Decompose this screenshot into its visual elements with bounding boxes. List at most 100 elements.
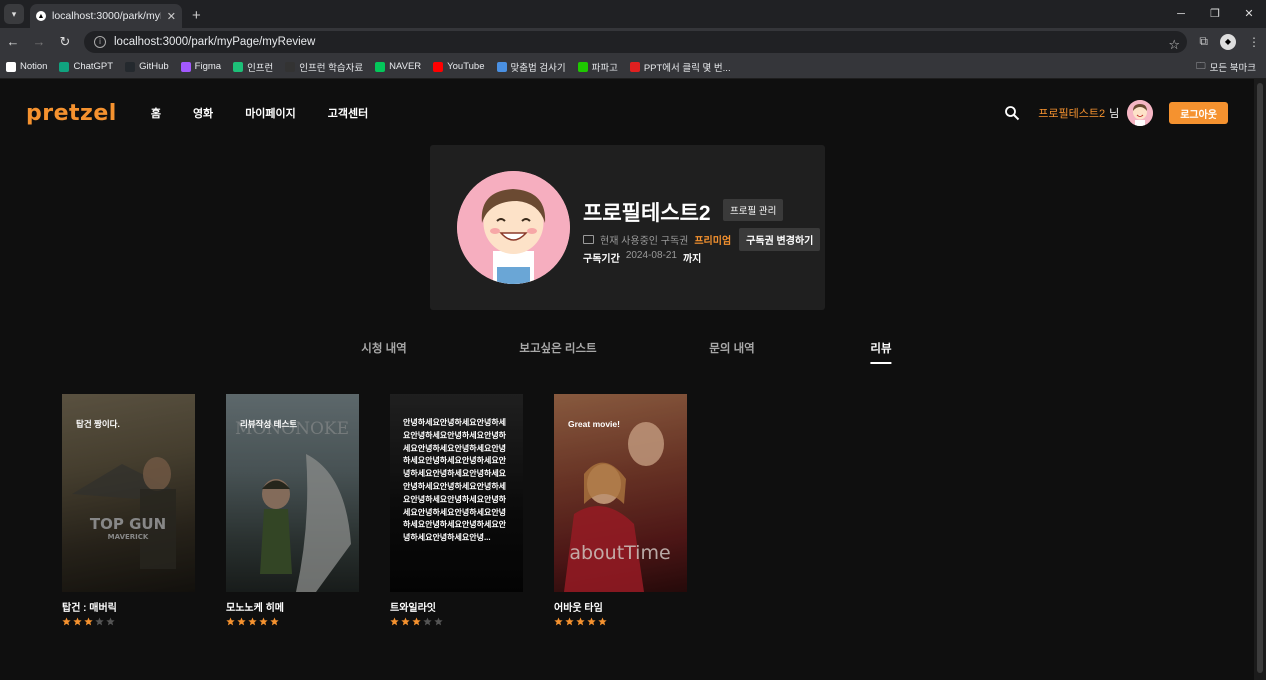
- page-scrollbar[interactable]: [1254, 79, 1266, 680]
- bookmark-item[interactable]: ChatGPT: [59, 61, 113, 72]
- subscription-period: 구독기간 2024-08-21 까지: [583, 250, 701, 265]
- bookmark-item[interactable]: 인프런: [233, 60, 273, 74]
- movie-poster[interactable]: TOP GUN MAVERICK 탑건 짱이다.: [62, 394, 195, 592]
- back-button[interactable]: ←: [6, 34, 20, 49]
- star-filled-icon: [598, 617, 607, 626]
- browser-tab[interactable]: ▲ localhost:3000/park/myPage/m ✕: [30, 4, 182, 28]
- rating-stars: [62, 617, 195, 626]
- maximize-button[interactable]: ❐: [1198, 0, 1232, 28]
- mypage-tabs: 시청 내역 보고싶은 리스트 문의 내역 리뷰: [0, 340, 1254, 370]
- star-filled-icon: [576, 617, 585, 626]
- movie-title: 어바웃 타임: [554, 603, 603, 614]
- bookmark-favicon-icon: [433, 61, 444, 72]
- star-filled-icon: [248, 617, 257, 626]
- bookmark-label: 맞춤법 검사기: [510, 62, 566, 74]
- rating-stars: [554, 617, 687, 626]
- browser-profile-icon[interactable]: ◆: [1220, 33, 1236, 50]
- logout-button[interactable]: 로그아웃: [1169, 102, 1228, 124]
- header-user-suffix: 님: [1109, 108, 1120, 120]
- bookmark-item[interactable]: 파파고: [577, 60, 618, 74]
- browser-menu-icon[interactable]: ⋮: [1248, 35, 1260, 49]
- bookmark-item[interactable]: Figma: [180, 61, 222, 72]
- subscription-info: 현재 사용중인 구독권 프리미엄 구독권 변경하기: [583, 228, 821, 251]
- change-plan-button[interactable]: 구독권 변경하기: [739, 228, 821, 251]
- review-card[interactable]: MONONOKE 리뷰작성 테스트 모노노케 히메: [226, 394, 359, 626]
- movie-poster[interactable]: aboutTime Great movie!: [554, 394, 687, 592]
- profile-card: 프로필테스트2 프로필 관리 현재 사용중인 구독권 프리미엄 구독권 변경하기…: [430, 145, 825, 310]
- period-date: 2024-08-21: [625, 250, 677, 261]
- close-window-button[interactable]: ✕: [1232, 0, 1266, 28]
- nav-mypage[interactable]: 마이페이지: [245, 105, 296, 121]
- movie-poster[interactable]: 안녕하세요안녕하세요안녕하세요안녕하세요안녕하세요안녕하세요안녕하세요안녕하세요…: [390, 394, 523, 592]
- star-filled-icon: [270, 617, 279, 626]
- tab-watch-history[interactable]: 시청 내역: [361, 340, 407, 356]
- bookmark-star-icon[interactable]: ☆: [1168, 37, 1180, 52]
- bookmark-favicon-icon: [375, 61, 386, 72]
- bookmarks-bar: Notion ChatGPT GitHub Figma 인프런 인프런 학습자료 NAVER…: [0, 55, 1266, 79]
- address-bar[interactable]: i localhost:3000/park/myPage/myReview ☆: [84, 30, 1188, 53]
- review-card[interactable]: 안녕하세요안녕하세요안녕하세요안녕하세요안녕하세요안녕하세요안녕하세요안녕하세요…: [390, 394, 523, 626]
- avatar[interactable]: [1127, 100, 1154, 126]
- current-plan-label: 현재 사용중인 구독권: [600, 236, 689, 247]
- extensions-icon[interactable]: ⧉: [1199, 34, 1208, 49]
- main-nav: 홈 영화 마이페이지 고객센터: [151, 105, 368, 121]
- nav-support[interactable]: 고객센터: [328, 105, 368, 121]
- bookmark-favicon-icon: [180, 61, 191, 72]
- nav-movies[interactable]: 영화: [193, 105, 213, 121]
- period-until: 까지: [682, 254, 702, 265]
- star-filled-icon: [73, 617, 82, 626]
- bookmark-favicon-icon: [59, 61, 70, 72]
- reload-button[interactable]: ↻: [58, 34, 72, 50]
- minimize-button[interactable]: ─: [1164, 0, 1198, 28]
- all-bookmarks-button[interactable]: 🗀 모든 북마크: [1196, 59, 1256, 75]
- bookmark-label: Notion: [20, 61, 48, 72]
- bookmark-favicon-icon: [6, 61, 16, 72]
- profile-manage-button[interactable]: 프로필 관리: [723, 199, 784, 221]
- review-card[interactable]: TOP GUN MAVERICK 탑건 짱이다. 탑건 : 매버릭: [62, 394, 195, 626]
- bookmark-label: Figma: [194, 61, 222, 72]
- star-filled-icon: [401, 617, 410, 626]
- site-logo[interactable]: pretzel: [26, 101, 117, 126]
- tab-search-button[interactable]: ▾: [4, 4, 24, 24]
- star-filled-icon: [226, 617, 235, 626]
- tab-reviews[interactable]: 리뷰: [870, 340, 892, 364]
- review-text: 안녕하세요안녕하세요안녕하세요안녕하세요안녕하세요안녕하세요안녕하세요안녕하세요…: [403, 418, 507, 543]
- bookmark-item[interactable]: NAVER: [375, 61, 421, 72]
- bookmark-item[interactable]: 인프런 학습자료: [285, 60, 363, 74]
- forward-button[interactable]: →: [32, 34, 46, 49]
- tab-wishlist[interactable]: 보고싶은 리스트: [519, 340, 596, 356]
- bookmark-item[interactable]: YouTube: [433, 61, 485, 72]
- browser-tabstrip: ▾ ▲ localhost:3000/park/myPage/m ✕ + ─ ❐…: [0, 0, 1266, 28]
- scrollbar-thumb[interactable]: [1257, 83, 1263, 673]
- bookmark-item[interactable]: PPT에서 클릭 몇 번...: [629, 60, 731, 74]
- tab-close-icon[interactable]: ✕: [167, 10, 176, 23]
- bookmark-label: 파파고: [591, 62, 618, 74]
- star-filled-icon: [587, 617, 596, 626]
- bookmark-favicon-icon: [496, 61, 507, 72]
- bookmark-item[interactable]: Notion: [6, 61, 47, 72]
- bookmark-item[interactable]: 맞춤법 검사기: [496, 60, 566, 74]
- folder-icon: 🗀: [1196, 60, 1206, 72]
- bookmark-label: NAVER: [389, 61, 422, 72]
- star-filled-icon: [237, 617, 246, 626]
- site-header: pretzel 홈 영화 마이페이지 고객센터 프로필테스트2 님 로그아웃: [0, 79, 1254, 147]
- review-list: TOP GUN MAVERICK 탑건 짱이다. 탑건 : 매버릭 MONONO…: [62, 394, 687, 626]
- header-user-area: 프로필테스트2 님 로그아웃: [1004, 79, 1228, 147]
- tab-inquiries[interactable]: 문의 내역: [709, 340, 755, 356]
- bookmark-item[interactable]: GitHub: [125, 61, 169, 72]
- site-info-icon[interactable]: i: [94, 35, 106, 48]
- review-card[interactable]: aboutTime Great movie! 어바웃 타임: [554, 394, 687, 626]
- tab-favicon-icon: ▲: [36, 11, 46, 21]
- movie-poster[interactable]: MONONOKE 리뷰작성 테스트: [226, 394, 359, 592]
- bookmark-favicon-icon: [629, 61, 640, 72]
- nav-home[interactable]: 홈: [151, 105, 161, 121]
- period-label: 구독기간: [583, 254, 620, 265]
- ticket-icon: [583, 235, 594, 244]
- bookmark-label: YouTube: [447, 61, 485, 72]
- search-icon[interactable]: [1004, 105, 1020, 121]
- new-tab-button[interactable]: +: [192, 7, 201, 24]
- star-empty-icon: [106, 617, 115, 626]
- window-controls: ─ ❐ ✕: [1164, 0, 1266, 28]
- rating-stars: [226, 617, 359, 626]
- url-text: localhost:3000/park/myPage/myReview: [114, 35, 316, 48]
